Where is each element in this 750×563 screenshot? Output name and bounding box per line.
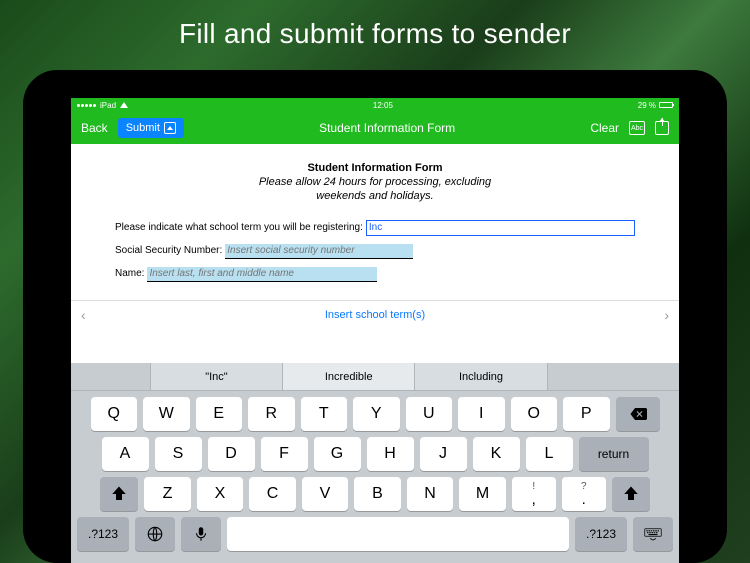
ssn-input[interactable] [225,244,413,259]
key-b[interactable]: B [354,477,401,511]
device-label: iPad [100,101,116,110]
key-n[interactable]: N [407,477,454,511]
key-a[interactable]: A [102,437,149,471]
key-v[interactable]: V [302,477,349,511]
key-globe[interactable] [135,517,175,551]
key-dictation[interactable] [181,517,221,551]
doc-subtitle: Please allow 24 hours for processing, ex… [115,176,635,204]
next-field-button[interactable]: › [664,307,669,323]
key-numsym-right[interactable]: .?123 [575,517,627,551]
school-term-input[interactable] [366,220,635,236]
signal-dots-icon [77,104,96,107]
key-j[interactable]: J [420,437,467,471]
key-c[interactable]: C [249,477,296,511]
key-return[interactable]: return [579,437,649,471]
ssn-label: Social Security Number: [115,245,222,256]
clear-button[interactable]: Clear [590,121,619,135]
key-row-3: Z X C V B N M !, ?. [77,477,673,511]
name-label: Name: [115,268,144,279]
prediction-3[interactable]: Including [415,363,547,390]
key-u[interactable]: U [406,397,453,431]
key-z[interactable]: Z [144,477,191,511]
key-hide-keyboard[interactable] [633,517,673,551]
key-f[interactable]: F [261,437,308,471]
globe-icon [146,525,164,543]
key-comma[interactable]: !, [512,477,556,511]
key-s[interactable]: S [155,437,202,471]
submit-label: Submit [126,122,160,134]
keyboard: "Inc" Incredible Including Q W E R T Y U… [71,363,679,563]
key-q[interactable]: Q [91,397,138,431]
key-p[interactable]: P [563,397,610,431]
screen: iPad 12:05 29 % Back Submit [71,98,679,563]
key-row-2: A S D F G H J K L return [77,437,673,471]
name-input[interactable] [147,267,377,282]
key-k[interactable]: K [473,437,520,471]
submit-button[interactable]: Submit [118,118,184,138]
key-shift-left[interactable] [100,477,138,511]
share-button[interactable] [655,121,669,135]
key-row-4: .?123 .?123 [77,517,673,551]
field-hint: Insert school term(s) [86,309,665,321]
key-w[interactable]: W [143,397,190,431]
promo-title: Fill and submit forms to sender [0,0,750,50]
key-backspace[interactable] [616,397,660,431]
key-shift-right[interactable] [612,477,650,511]
ipad-frame: iPad 12:05 29 % Back Submit [23,70,727,563]
upload-icon [164,122,176,134]
field-assist-bar: ‹ Insert school term(s) › [71,300,679,330]
key-i[interactable]: I [458,397,505,431]
document-content: Student Information Form Please allow 24… [71,144,679,300]
prediction-2[interactable]: Incredible [283,363,415,390]
nav-bar: Back Submit Student Information Form Cle… [71,112,679,144]
key-l[interactable]: L [526,437,573,471]
key-e[interactable]: E [196,397,243,431]
key-row-1: Q W E R T Y U I O P [77,397,673,431]
key-space[interactable] [227,517,569,551]
battery-icon [659,102,673,108]
key-period[interactable]: ?. [562,477,606,511]
page-title: Student Information Form [319,121,455,135]
back-button[interactable]: Back [81,121,108,135]
shift-icon [110,485,128,503]
doc-title: Student Information Form [115,162,635,174]
key-x[interactable]: X [197,477,244,511]
school-term-label: Please indicate what school term you wil… [115,222,363,233]
prediction-bar: "Inc" Incredible Including [71,363,679,391]
app-store-backdrop: Fill and submit forms to sender iPad 12:… [0,0,750,563]
prediction-spacer [71,363,151,390]
status-bar: iPad 12:05 29 % [71,98,679,112]
key-g[interactable]: G [314,437,361,471]
prediction-spacer [548,363,679,390]
keyboard-hide-icon [644,525,662,543]
abc-button[interactable]: Abc [629,121,645,135]
prediction-1[interactable]: "Inc" [151,363,283,390]
clock: 12:05 [373,101,393,110]
mic-icon [192,525,210,543]
key-d[interactable]: D [208,437,255,471]
key-t[interactable]: T [301,397,348,431]
key-o[interactable]: O [511,397,558,431]
battery-percent: 29 % [638,101,656,110]
backspace-icon [629,405,647,423]
shift-icon [622,485,640,503]
key-m[interactable]: M [459,477,506,511]
key-h[interactable]: H [367,437,414,471]
key-y[interactable]: Y [353,397,400,431]
key-numsym-left[interactable]: .?123 [77,517,129,551]
key-r[interactable]: R [248,397,295,431]
wifi-icon [120,102,128,108]
